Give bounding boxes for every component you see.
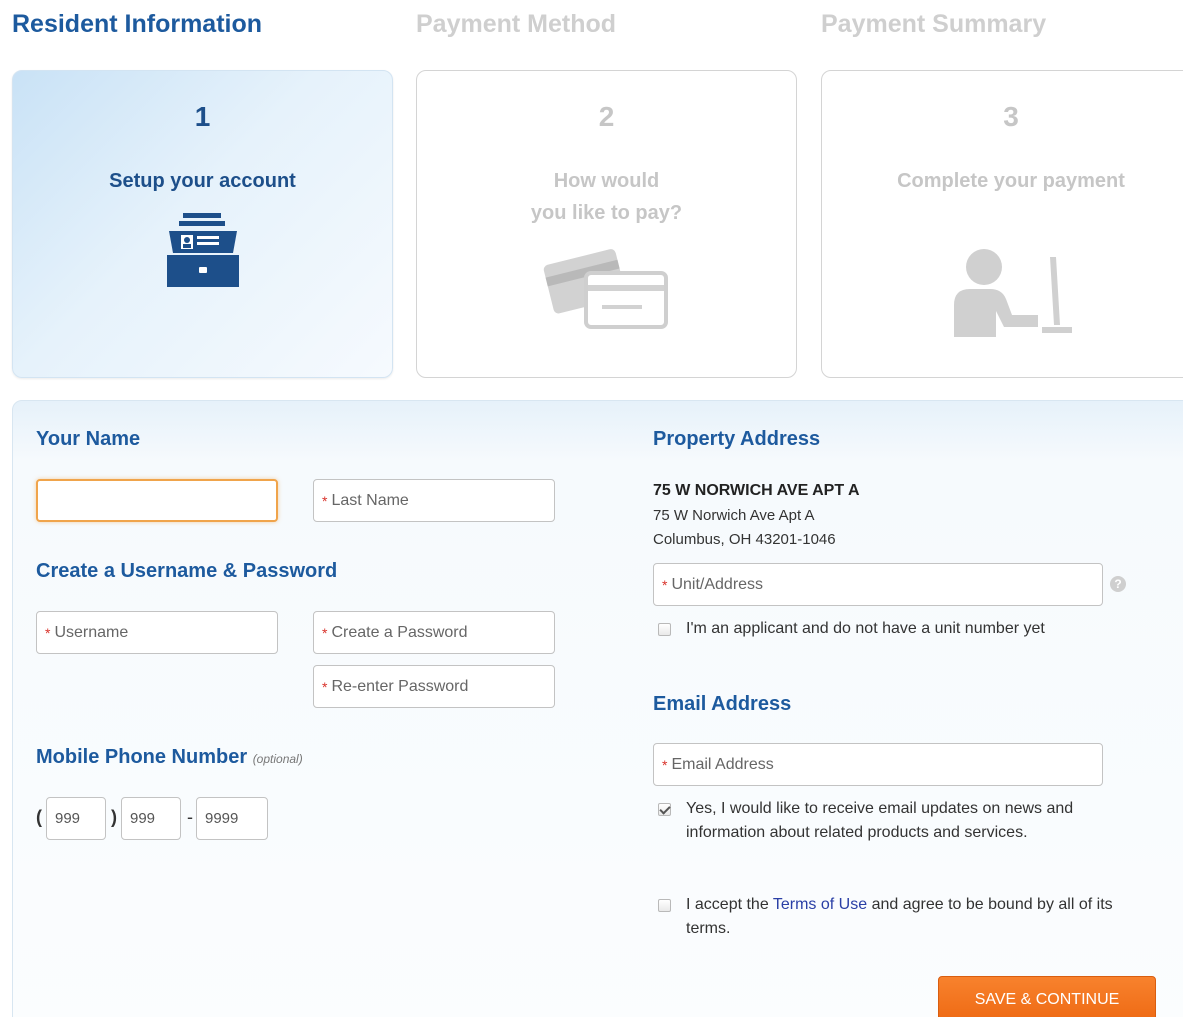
terms-suffix-line2: terms. (686, 920, 731, 937)
step-label-line1: How would (553, 170, 660, 192)
first-name-input[interactable] (36, 479, 278, 522)
terms-of-use-link[interactable]: Terms of Use (773, 896, 867, 913)
email-placeholder: Email Address (671, 755, 774, 773)
credit-cards-icon (543, 249, 668, 329)
property-address-line2: Columbus, OH 43201-1046 (653, 531, 836, 548)
phone-prefix-input[interactable]: 999 (121, 797, 181, 840)
unit-address-placeholder: Unit/Address (671, 575, 764, 593)
required-marker: * (45, 624, 51, 641)
phone-line-input[interactable]: 9999 (196, 797, 268, 840)
step-label: Setup your account (109, 170, 296, 192)
property-address-heading: Property Address (653, 428, 821, 450)
username-input[interactable]: * Username (36, 611, 278, 654)
phone-dash: - (187, 807, 193, 827)
step-label: How would you like to pay? (417, 165, 796, 229)
step-label-line2: you like to pay? (530, 202, 683, 224)
phone-heading-text: Mobile Phone Number (36, 746, 248, 768)
email-updates-line1: Yes, I would like to receive email updat… (686, 800, 1074, 817)
step-card-3[interactable]: 3 Complete your payment (821, 70, 1183, 378)
unit-address-input[interactable]: * Unit/Address (653, 563, 1103, 606)
username-placeholder: Username (54, 623, 129, 641)
last-name-placeholder: Last Name (331, 491, 409, 509)
password-placeholder: Create a Password (331, 623, 468, 641)
applicant-checkbox[interactable] (658, 623, 671, 636)
step-title-payment-method: Payment Method (416, 10, 617, 38)
step-label: Complete your payment (897, 170, 1125, 192)
email-updates-checkbox[interactable] (658, 803, 671, 816)
step-number: 2 (598, 101, 615, 132)
help-icon[interactable]: ? (1110, 576, 1126, 592)
phone-close-paren: ) (111, 807, 117, 827)
reenter-password-input[interactable]: * Re-enter Password (313, 665, 555, 708)
step-title-payment-summary: Payment Summary (821, 10, 1047, 38)
email-updates-line2: information about related products and s… (686, 824, 1028, 841)
required-marker: * (662, 576, 668, 593)
email-updates-label: Yes, I would like to receive email updat… (686, 797, 1073, 845)
file-cabinet-icon (166, 213, 239, 287)
property-address-title: 75 W NORWICH AVE APT A (653, 482, 860, 499)
reenter-password-placeholder: Re-enter Password (331, 677, 469, 695)
applicant-label: I'm an applicant and do not have a unit … (686, 620, 1045, 637)
terms-label: I accept the Terms of Use and agree to b… (686, 893, 1113, 941)
phone-open-paren: ( (36, 807, 42, 827)
required-marker: * (322, 678, 328, 695)
terms-checkbox[interactable] (658, 899, 671, 912)
email-heading: Email Address (653, 693, 792, 715)
step-number: 1 (194, 101, 211, 132)
phone-heading: Mobile Phone Number (optional) (36, 746, 303, 769)
credentials-heading: Create a Username & Password (36, 560, 338, 582)
phone-area-input[interactable]: 999 (46, 797, 106, 840)
terms-suffix-line1: and agree to be bound by all of its (871, 896, 1113, 913)
required-marker: * (322, 624, 328, 641)
step-number: 3 (1003, 101, 1019, 132)
property-address-line1: 75 W Norwich Ave Apt A (653, 507, 815, 524)
step-card-1[interactable]: 1 Setup your account (12, 70, 393, 378)
email-input[interactable]: * Email Address (653, 743, 1103, 786)
optional-note: (optional) (252, 752, 303, 766)
person-at-computer-icon (954, 249, 1072, 337)
step-title-resident-information: Resident Information (12, 10, 263, 38)
terms-prefix: I accept the (686, 896, 769, 913)
your-name-heading: Your Name (36, 428, 141, 450)
save-and-continue-button[interactable]: SAVE & CONTINUE (938, 976, 1156, 1017)
last-name-input[interactable]: * Last Name (313, 479, 555, 522)
required-marker: * (662, 756, 668, 773)
step-card-2[interactable]: 2 How would you like to pay? (416, 70, 797, 378)
password-input[interactable]: * Create a Password (313, 611, 555, 654)
required-marker: * (322, 492, 328, 509)
